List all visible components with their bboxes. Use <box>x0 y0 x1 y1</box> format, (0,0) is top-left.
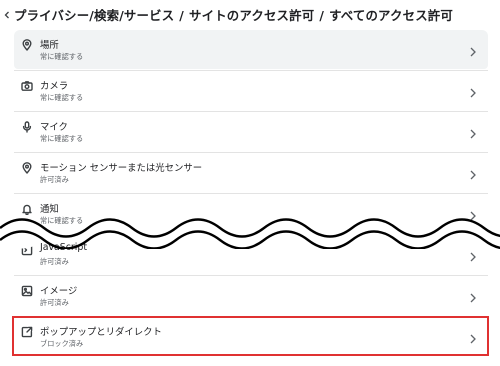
permission-row-javascript[interactable]: JavaScript 許可済み <box>14 235 488 274</box>
back-chevron-icon[interactable] <box>0 4 14 26</box>
chevron-right-icon <box>470 42 478 57</box>
permission-status: 常に確認する <box>40 93 84 102</box>
permission-label: モーション センサーまたは光センサー <box>40 163 203 174</box>
permission-label: 通知 <box>40 204 59 215</box>
image-icon <box>20 284 33 297</box>
permission-row-notifications[interactable]: 通知 常に確認する <box>14 194 488 233</box>
breadcrumb-item-site-permissions[interactable]: サイトのアクセス許可 <box>189 6 314 24</box>
motion-sensor-icon <box>20 161 33 174</box>
permission-label: JavaScript <box>40 242 87 253</box>
permission-label: カメラ <box>40 81 69 92</box>
breadcrumb-item-privacy[interactable]: プライバシー/検索/サービス <box>14 6 174 24</box>
microphone-icon <box>20 120 33 133</box>
chevron-right-icon <box>470 206 478 221</box>
permission-row-camera[interactable]: カメラ 常に確認する <box>14 71 488 110</box>
breadcrumb-item-all-permissions: すべてのアクセス許可 <box>329 8 453 23</box>
permission-label: イメージ <box>40 286 78 297</box>
permission-row-motion-sensors[interactable]: モーション センサーまたは光センサー 許可済み <box>14 153 488 192</box>
permission-status: 常に確認する <box>40 216 84 225</box>
popup-icon <box>20 325 33 338</box>
permissions-list: 場所 常に確認する カメラ 常に確認する マイク 常に確認する モーション セン… <box>14 30 488 366</box>
permission-status: 許可済み <box>40 298 69 307</box>
camera-icon <box>20 79 33 92</box>
chevron-right-icon <box>470 83 478 98</box>
permission-status: ブロック済み <box>40 339 84 348</box>
chevron-right-icon <box>470 329 478 344</box>
permission-row-popups-redirects[interactable]: ポップアップとリダイレクト ブロック済み <box>14 317 488 356</box>
permission-row-images[interactable]: イメージ 許可済み <box>14 276 488 315</box>
breadcrumb-separator: / <box>179 7 185 23</box>
chevron-right-icon <box>470 124 478 139</box>
permission-status: 許可済み <box>40 175 69 184</box>
permission-status: 許可済み <box>40 257 69 266</box>
chevron-right-icon <box>470 247 478 262</box>
chevron-right-icon <box>470 288 478 303</box>
site-permissions-page: プライバシー/検索/サービス / サイトのアクセス許可 / すべてのアクセス許可… <box>0 0 500 366</box>
javascript-icon <box>20 243 33 256</box>
bell-icon <box>20 202 33 215</box>
permission-label: 場所 <box>40 40 59 51</box>
location-icon <box>20 38 33 51</box>
breadcrumb: プライバシー/検索/サービス / サイトのアクセス許可 / すべてのアクセス許可 <box>0 4 453 26</box>
permission-row-microphone[interactable]: マイク 常に確認する <box>14 112 488 151</box>
permission-label: ポップアップとリダイレクト <box>40 327 162 338</box>
chevron-right-icon <box>470 165 478 180</box>
permission-label: マイク <box>40 122 68 133</box>
breadcrumb-separator: / <box>319 7 325 23</box>
permission-status: 常に確認する <box>40 134 84 143</box>
permission-status: 常に確認する <box>40 52 84 61</box>
permission-row-location[interactable]: 場所 常に確認する <box>14 30 488 69</box>
